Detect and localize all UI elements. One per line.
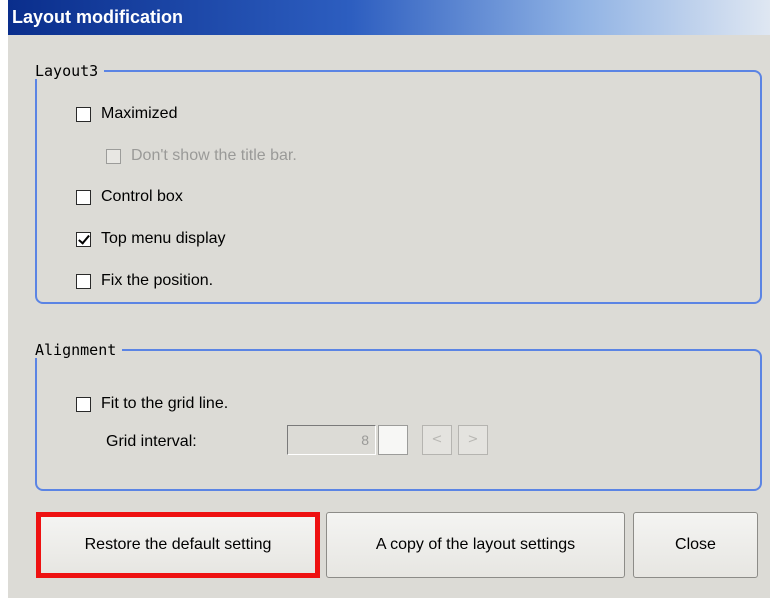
checkbox-box[interactable] [76, 396, 91, 412]
increment-button[interactable]: > [458, 425, 488, 455]
grid-interval-input[interactable]: 8 [287, 425, 376, 455]
restore-default-button[interactable]: Restore the default setting [36, 512, 320, 578]
fit-grid-checkbox[interactable]: Fit to the grid line. [76, 393, 228, 415]
hide-title-bar-checkbox: Don't show the title bar. [106, 145, 297, 167]
close-button[interactable]: Close [633, 512, 758, 578]
hide-title-bar-label: Don't show the title bar. [131, 147, 297, 164]
fit-grid-label: Fit to the grid line. [101, 395, 229, 412]
layout-group-legend: Layout3 [35, 63, 105, 79]
layout-modification-dialog: Layout modification Layout3 Maximized Do… [8, 0, 770, 598]
layout-group: Layout3 [35, 63, 762, 304]
title-bar[interactable]: Layout modification [8, 0, 770, 35]
dialog-title: Layout modification [12, 7, 183, 27]
checkbox-box[interactable] [76, 106, 91, 122]
checkbox-box-checked[interactable] [76, 231, 91, 247]
grid-interval-label: Grid interval: [106, 433, 197, 450]
grid-interval-dropdown-button[interactable] [378, 425, 408, 455]
alignment-group-legend: Alignment [35, 342, 123, 358]
maximized-checkbox[interactable]: Maximized [76, 103, 177, 125]
chevron-left-icon: < [431, 432, 443, 447]
fix-position-label: Fix the position. [101, 272, 214, 289]
checkbox-box [106, 148, 121, 164]
chevron-right-icon: > [467, 432, 479, 447]
control-box-checkbox[interactable]: Control box [76, 186, 183, 208]
alignment-group: Alignment [35, 342, 762, 491]
top-menu-display-label: Top menu display [101, 230, 226, 247]
decrement-button[interactable]: < [422, 425, 452, 455]
control-box-label: Control box [101, 188, 183, 205]
checkbox-box[interactable] [76, 189, 91, 205]
copy-layout-settings-button[interactable]: A copy of the layout settings [326, 512, 625, 578]
checkbox-box[interactable] [76, 273, 91, 289]
top-menu-display-checkbox[interactable]: Top menu display [76, 228, 226, 250]
fix-position-checkbox[interactable]: Fix the position. [76, 270, 213, 292]
maximized-label: Maximized [101, 105, 178, 122]
